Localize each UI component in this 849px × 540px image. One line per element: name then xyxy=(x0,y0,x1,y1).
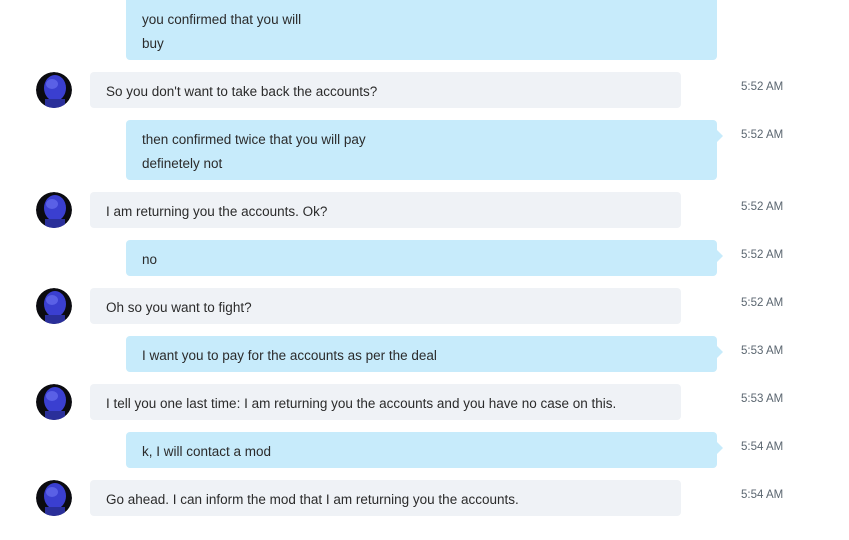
message-bubble[interactable]: Oh so you want to fight? xyxy=(90,288,681,324)
message-timestamp: 5:53 AM xyxy=(741,345,784,357)
message-text: k, I will contact a mod xyxy=(142,444,272,459)
avatar-icon[interactable] xyxy=(36,288,72,324)
message-bubble[interactable]: I am returning you the accounts. Ok? xyxy=(90,192,681,228)
message-bubble[interactable]: this was not the deal you confirmed that … xyxy=(126,0,717,60)
message-text: I tell you one last time: I am returning… xyxy=(106,396,617,411)
message-text: Oh so you want to fight? xyxy=(106,300,252,315)
message-bubble[interactable]: k, I will contact a mod xyxy=(126,432,723,468)
outgoing-message[interactable]: then confirmed twice that you will pay de… xyxy=(0,120,849,180)
avatar-icon[interactable] xyxy=(36,72,72,108)
message-timestamp: 5:54 AM xyxy=(741,489,784,501)
outgoing-message[interactable]: this was not the deal you confirmed that … xyxy=(0,0,849,60)
message-text: I am returning you the accounts. Ok? xyxy=(106,204,328,219)
avatar-icon[interactable] xyxy=(36,480,72,516)
avatar-icon[interactable] xyxy=(36,192,72,228)
message-bubble[interactable]: then confirmed twice that you will pay de… xyxy=(126,120,723,180)
message-text: definetely not xyxy=(142,156,223,171)
message-timestamp: 5:54 AM xyxy=(741,441,784,453)
incoming-message[interactable]: I am returning you the accounts. Ok? 5:52… xyxy=(0,192,849,228)
incoming-message[interactable]: So you don't want to take back the accou… xyxy=(0,72,849,108)
message-text: you confirmed that you will xyxy=(142,12,302,27)
message-timestamp: 5:52 AM xyxy=(741,249,784,261)
message-timestamp: 5:52 AM xyxy=(741,129,784,141)
message-bubble[interactable]: I tell you one last time: I am returning… xyxy=(90,384,681,420)
message-text: I want you to pay for the accounts as pe… xyxy=(142,348,437,363)
incoming-message[interactable]: Oh so you want to fight? 5:52 AM xyxy=(0,288,849,324)
message-text: Go ahead. I can inform the mod that I am… xyxy=(106,492,519,507)
outgoing-message[interactable]: I want you to pay for the accounts as pe… xyxy=(0,336,849,372)
message-bubble[interactable]: So you don't want to take back the accou… xyxy=(90,72,681,108)
outgoing-message[interactable]: k, I will contact a mod 5:54 AM xyxy=(0,432,849,468)
message-timestamp: 5:52 AM xyxy=(741,297,784,309)
message-bubble[interactable]: no xyxy=(126,240,723,276)
incoming-message[interactable]: Go ahead. I can inform the mod that I am… xyxy=(0,480,849,516)
message-bubble[interactable]: I want you to pay for the accounts as pe… xyxy=(126,336,723,372)
message-text: buy xyxy=(142,36,164,51)
message-bubble[interactable]: Go ahead. I can inform the mod that I am… xyxy=(90,480,681,516)
incoming-message[interactable]: I tell you one last time: I am returning… xyxy=(0,384,849,420)
message-text: no xyxy=(142,252,158,267)
message-text: then confirmed twice that you will pay xyxy=(142,132,366,147)
message-timestamp: 5:52 AM xyxy=(741,201,784,213)
message-timestamp: 5:52 AM xyxy=(741,81,784,93)
chat-conversation: this was not the deal you confirmed that … xyxy=(0,0,849,540)
outgoing-message[interactable]: no 5:52 AM xyxy=(0,240,849,276)
avatar-icon[interactable] xyxy=(36,384,72,420)
message-timestamp: 5:53 AM xyxy=(741,393,784,405)
message-text: So you don't want to take back the accou… xyxy=(106,84,378,99)
message-text: this was not the deal xyxy=(142,0,701,8)
